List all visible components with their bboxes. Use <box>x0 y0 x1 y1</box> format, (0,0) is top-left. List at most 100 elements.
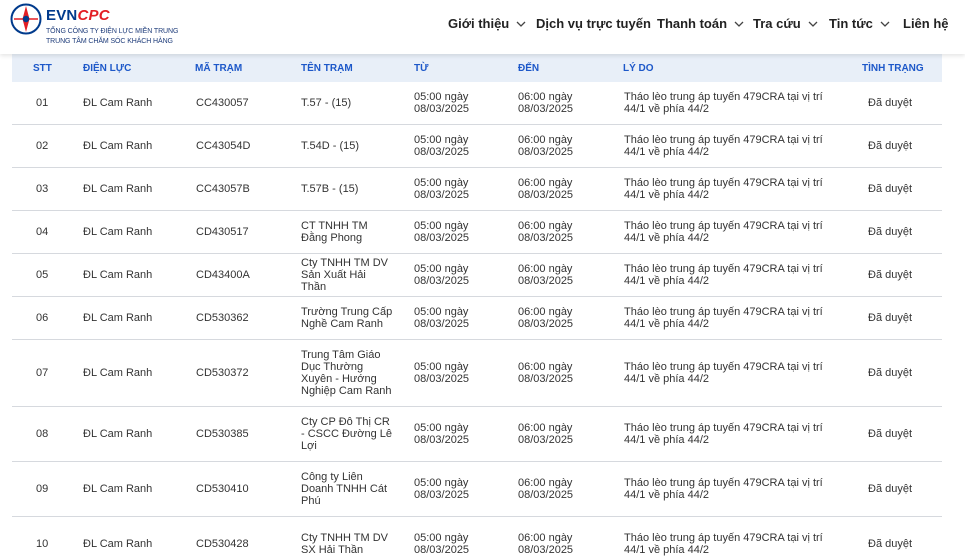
site-header: EVNCPC TỔNG CÔNG TY ĐIỆN LỰC MIỀN TRUNG … <box>0 0 965 54</box>
cell-den: 06:00 ngày 08/03/2025 <box>518 306 574 330</box>
cell-dien-luc: ĐL Cam Ranh <box>83 183 153 195</box>
cell-ten-tram: CT TNHH TM Đằng Phong <box>301 220 368 244</box>
cell-ma-tram: CD43400A <box>196 269 250 281</box>
cell-stt: 03 <box>36 183 49 195</box>
cell-ly-do: Tháo lèo trung áp tuyến 479CRA tại vị tr… <box>624 422 823 446</box>
table-row: 07 ĐL Cam Ranh CD530372 Trung Tâm Giáo Dục … <box>12 340 942 407</box>
cell-ten-tram: Cty TNHH TM DV Sản Xuất Hải Thần <box>301 257 388 293</box>
cell-den: 06:00 ngày 08/03/2025 <box>518 263 574 287</box>
cell-ten-tram: Trường Trung Cấp Nghề Cam Ranh <box>301 306 393 330</box>
cell-den: 06:00 ngày 08/03/2025 <box>518 422 574 446</box>
cell-tu: 05:00 ngày 08/03/2025 <box>414 91 470 115</box>
cell-tu: 05:00 ngày 08/03/2025 <box>414 177 470 201</box>
cell-ly-do: Tháo lèo trung áp tuyến 479CRA tại vị tr… <box>624 361 823 385</box>
cell-dien-luc: ĐL Cam Ranh <box>83 140 153 152</box>
cell-den: 06:00 ngày 08/03/2025 <box>518 361 574 385</box>
cell-stt: 02 <box>36 140 49 152</box>
cell-stt: 07 <box>36 367 49 379</box>
cell-tu: 05:00 ngày 08/03/2025 <box>414 361 470 385</box>
nav-label: Thanh toán <box>657 16 728 31</box>
cell-ma-tram: CD530385 <box>196 428 249 440</box>
cell-den: 06:00 ngày 08/03/2025 <box>518 91 574 115</box>
cell-den: 06:00 ngày 08/03/2025 <box>518 177 574 201</box>
table-row: 04 ĐL Cam Ranh CD430517 CT TNHH TM Đằng Pho… <box>12 211 942 254</box>
cell-tinh-trang: Đã duyệt <box>868 428 913 440</box>
cell-ly-do: Tháo lèo trung áp tuyến 479CRA tại vị tr… <box>624 306 823 330</box>
cell-tinh-trang: Đã duyệt <box>868 183 913 195</box>
cell-ma-tram: CC430057 <box>196 97 249 109</box>
cell-den: 06:00 ngày 08/03/2025 <box>518 220 574 244</box>
cell-ly-do: Tháo lèo trung áp tuyến 479CRA tại vị tr… <box>624 477 823 501</box>
cell-ma-tram: CC43054D <box>196 140 251 152</box>
cell-dien-luc: ĐL Cam Ranh <box>83 97 153 109</box>
cell-tu: 05:00 ngày 08/03/2025 <box>414 422 470 446</box>
cell-tinh-trang: Đã duyệt <box>868 312 913 324</box>
cell-ten-tram: Trung Tâm Giáo Dục Thường Xuyên - Hướng … <box>301 349 392 397</box>
cell-den: 06:00 ngày 08/03/2025 <box>518 532 574 556</box>
cell-ma-tram: CD530372 <box>196 367 249 379</box>
cell-ly-do: Tháo lèo trung áp tuyến 479CRA tại vị tr… <box>624 134 823 158</box>
chevron-down-icon <box>734 21 744 27</box>
cell-tinh-trang: Đã duyệt <box>868 367 913 379</box>
table-row: 06 ĐL Cam Ranh CD530362 Trường Trung Cấp Ng… <box>12 297 942 340</box>
cell-tinh-trang: Đã duyệt <box>868 483 913 495</box>
col-header-ly-do: LÝ DO <box>623 63 654 74</box>
chevron-down-icon <box>516 21 526 27</box>
cell-dien-luc: ĐL Cam Ranh <box>83 428 153 440</box>
cell-ten-tram: Công ty Liên Doanh TNHH Cát Phú <box>301 471 387 507</box>
nav-item-tra-cuu[interactable]: Tra cứu <box>753 16 818 31</box>
cell-ma-tram: CD530362 <box>196 312 249 324</box>
cell-dien-luc: ĐL Cam Ranh <box>83 312 153 324</box>
table-header: STT ĐIỆN LỰC MÃ TRẠM TÊN TRẠM TỪ ĐẾN LÝ … <box>12 54 942 82</box>
cell-tu: 05:00 ngày 08/03/2025 <box>414 263 470 287</box>
col-header-den: ĐẾN <box>518 63 540 74</box>
cell-tu: 05:00 ngày 08/03/2025 <box>414 134 470 158</box>
cell-stt: 08 <box>36 428 49 440</box>
cell-tinh-trang: Đã duyệt <box>868 226 913 238</box>
cell-stt: 10 <box>36 538 49 550</box>
cell-ma-tram: CC43057B <box>196 183 250 195</box>
cell-stt: 09 <box>36 483 49 495</box>
cell-dien-luc: ĐL Cam Ranh <box>83 483 153 495</box>
col-header-stt: STT <box>33 63 52 74</box>
nav-item-lien-he[interactable]: Liên hệ <box>903 16 949 31</box>
col-header-tinh-trang: TÌNH TRẠNG <box>862 63 924 74</box>
cell-dien-luc: ĐL Cam Ranh <box>83 538 153 550</box>
nav-item-thanh-toan[interactable]: Thanh toán <box>657 16 744 31</box>
cell-ly-do: Tháo lèo trung áp tuyến 479CRA tại vị tr… <box>624 220 823 244</box>
nav-label: Tra cứu <box>753 16 801 31</box>
cell-stt: 01 <box>36 97 49 109</box>
cell-ten-tram: Cty TNHH TM DV SX Hải Thần <box>301 532 388 556</box>
nav-item-dich-vu-truc-tuyen[interactable]: Dịch vụ trực tuyến <box>536 16 651 31</box>
col-header-tu: TỪ <box>414 63 429 74</box>
cell-tinh-trang: Đã duyệt <box>868 97 913 109</box>
chevron-down-icon <box>880 21 890 27</box>
cell-den: 06:00 ngày 08/03/2025 <box>518 134 574 158</box>
col-header-ma-tram: MÃ TRẠM <box>195 63 243 74</box>
table-row: 08 ĐL Cam Ranh CD530385 Cty CP Đô Thị CR - … <box>12 407 942 462</box>
cell-tu: 05:00 ngày 08/03/2025 <box>414 220 470 244</box>
cell-ma-tram: CD530410 <box>196 483 249 495</box>
cell-ly-do: Tháo lèo trung áp tuyến 479CRA tại vị tr… <box>624 263 823 287</box>
cell-stt: 05 <box>36 269 49 281</box>
table-row: 01 ĐL Cam Ranh CC430057 T.57 - (15) 05:00 ng… <box>12 82 942 125</box>
cell-dien-luc: ĐL Cam Ranh <box>83 367 153 379</box>
chevron-down-icon <box>808 21 818 27</box>
cell-ten-tram: T.57 - (15) <box>301 97 352 109</box>
nav-label: Dịch vụ trực tuyến <box>536 16 651 31</box>
table-row: 09 ĐL Cam Ranh CD530410 Công ty Liên Doanh … <box>12 462 942 517</box>
col-header-dien-luc: ĐIỆN LỰC <box>83 63 132 74</box>
cell-ten-tram: T.54D - (15) <box>301 140 360 152</box>
cell-tu: 05:00 ngày 08/03/2025 <box>414 477 470 501</box>
cell-dien-luc: ĐL Cam Ranh <box>83 226 153 238</box>
col-header-ten-tram: TÊN TRẠM <box>301 63 353 74</box>
nav-item-gioi-thieu[interactable]: Giới thiệu <box>448 16 526 31</box>
nav-label: Tin tức <box>829 16 873 31</box>
cell-tinh-trang: Đã duyệt <box>868 269 913 281</box>
cell-dien-luc: ĐL Cam Ranh <box>83 269 153 281</box>
cell-tu: 05:00 ngày 08/03/2025 <box>414 532 470 556</box>
nav-item-tin-tuc[interactable]: Tin tức <box>829 16 890 31</box>
nav-label: Giới thiệu <box>448 16 510 31</box>
cell-stt: 06 <box>36 312 49 324</box>
table-row: 05 ĐL Cam Ranh CD43400A Cty TNHH TM DV Sản … <box>12 254 942 297</box>
